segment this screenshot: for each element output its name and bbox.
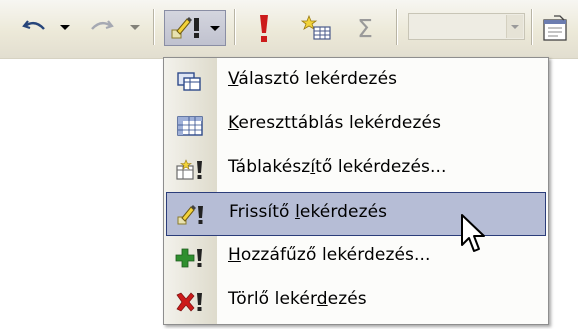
chevron-down-icon [60,24,70,30]
query-type-icon [171,17,199,39]
query-toolbar: Σ [0,0,578,59]
properties-button[interactable] [538,12,572,44]
query-type-button[interactable] [164,10,226,46]
menu-item-label: Frissítő lekérdezés [229,202,388,222]
crosstab-query-icon [175,114,205,138]
redo-icon [91,20,114,30]
top-values-dropdown-button[interactable] [506,15,523,38]
select-query-icon [175,70,205,94]
append-query-icon [175,246,205,270]
run-exclamation-icon [260,15,268,42]
totals-sigma-icon: Σ [357,13,373,43]
delete-query-icon [175,290,205,314]
chevron-down-icon [511,24,519,29]
totals-button[interactable]: Σ [352,10,378,46]
show-table-button[interactable] [300,10,334,46]
toolbar-separator [396,9,397,45]
show-table-icon [301,14,331,40]
menu-item-select-query[interactable]: Választó lekérdezés [166,60,546,104]
make-table-query-icon [175,158,205,182]
menu-item-crosstab-query[interactable]: Kereszttáblás lekérdezés [166,104,546,148]
menu-item-update-query[interactable]: Frissítő lekérdezés [166,192,546,236]
undo-dropdown-button[interactable] [60,23,70,31]
toolbar-separator [153,9,154,45]
undo-icon [22,20,45,30]
menu-item-label: Kereszttáblás lekérdezés [228,113,442,133]
menu-item-make-table-query[interactable]: Táblakészítő lekérdezés... [166,148,546,192]
query-type-menu: Választó lekérdezés Kereszttáblás lekérd… [163,57,549,325]
undo-button[interactable] [20,14,50,40]
menu-item-label: Törlő lekérdezés [228,289,367,309]
properties-icon [543,15,567,41]
menu-item-label: Hozzáfűző lekérdezés... [228,245,431,265]
toolbar-separator [531,9,532,45]
top-values-combo[interactable] [408,13,525,40]
menu-item-label: Táblakészítő lekérdezés... [228,157,447,177]
toolbar-separator [234,9,235,45]
redo-button[interactable] [86,14,116,40]
chevron-down-icon [130,24,140,30]
menu-item-label: Választó lekérdezés [228,69,398,89]
menu-item-append-query[interactable]: Hozzáfűző lekérdezés... [166,236,546,280]
menu-item-delete-query[interactable]: Törlő lekérdezés [166,280,546,324]
update-query-icon [176,203,206,227]
mouse-pointer-icon [461,214,485,252]
redo-dropdown-button[interactable] [130,23,140,31]
chevron-down-icon [210,25,220,31]
run-query-button[interactable] [248,10,280,46]
